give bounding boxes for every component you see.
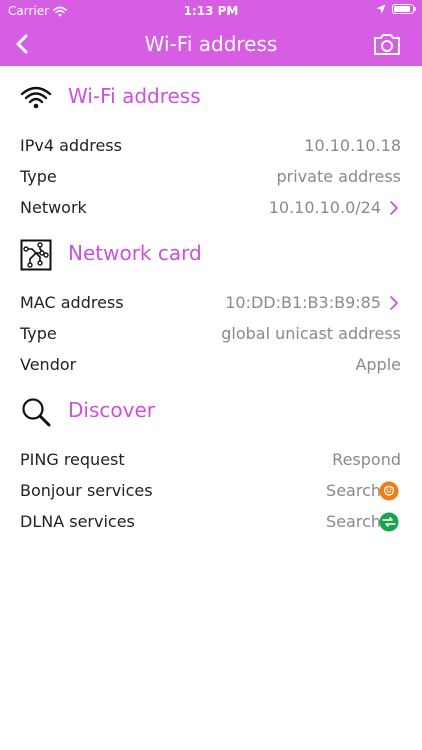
- row-dlna[interactable]: DLNA services Search: [0, 506, 422, 537]
- section-card-header: Network card: [0, 223, 422, 287]
- row-bonjour-value[interactable]: Search: [326, 481, 381, 500]
- main-content: Wi-Fi address IPv4 address 10.10.10.18 T…: [0, 66, 422, 537]
- row-mac[interactable]: MAC address 10:DD:B1:B3:B9:85: [0, 287, 422, 318]
- battery-fill: [394, 6, 410, 12]
- camera-icon[interactable]: [372, 31, 402, 57]
- magnifier-icon: [22, 398, 51, 427]
- row-network[interactable]: Network 10.10.10.0/24: [0, 192, 422, 223]
- page-title: Wi-Fi address: [144, 32, 278, 56]
- location-arrow-icon: [376, 4, 386, 14]
- status-time: 1:13 PM: [183, 4, 239, 18]
- row-dlna-label: DLNA services: [20, 512, 135, 531]
- section-discover-title: Discover: [68, 398, 155, 422]
- section-wifi-header: Wi-Fi address: [0, 66, 422, 130]
- row-bonjour-label: Bonjour services: [20, 481, 153, 500]
- section-card-title: Network card: [68, 241, 202, 265]
- row-network-value: 10.10.10.0/24: [268, 198, 381, 217]
- chevron-left-icon[interactable]: [10, 30, 38, 58]
- row-ping-value[interactable]: Respond: [332, 450, 401, 469]
- row-card-type: Type global unicast address: [0, 318, 422, 349]
- row-ipv4: IPv4 address 10.10.10.18: [0, 130, 422, 161]
- chevron-right-icon[interactable]: [388, 294, 400, 312]
- row-dlna-value[interactable]: Search: [326, 512, 381, 531]
- row-ping[interactable]: PING request Respond: [0, 444, 422, 475]
- row-wifi-type-value: private address: [276, 167, 401, 186]
- top-bar: Carrier 1:13 PM Wi-Fi address: [0, 0, 422, 66]
- nav-bar: Wi-Fi address: [0, 22, 422, 66]
- dlna-icon: [379, 512, 399, 532]
- row-vendor-value: Apple: [355, 355, 401, 374]
- chevron-right-icon[interactable]: [388, 199, 400, 217]
- row-card-type-label: Type: [20, 324, 57, 343]
- row-ipv4-value: 10.10.10.18: [304, 136, 401, 155]
- row-ipv4-label: IPv4 address: [20, 136, 122, 155]
- row-wifi-type-label: Type: [20, 167, 57, 186]
- row-vendor: Vendor Apple: [0, 349, 422, 380]
- status-bar: Carrier 1:13 PM: [0, 0, 422, 22]
- status-right: [376, 4, 416, 14]
- row-vendor-label: Vendor: [20, 355, 77, 374]
- row-bonjour[interactable]: Bonjour services Search: [0, 475, 422, 506]
- row-mac-value: 10:DD:B1:B3:B9:85: [225, 293, 381, 312]
- row-ping-label: PING request: [20, 450, 125, 469]
- row-mac-label: MAC address: [20, 293, 124, 312]
- bonjour-icon: [379, 481, 399, 501]
- network-card-icon: [20, 239, 52, 271]
- row-wifi-type: Type private address: [0, 161, 422, 192]
- section-wifi-title: Wi-Fi address: [68, 84, 201, 108]
- wifi-icon: [20, 86, 52, 109]
- row-card-type-value: global unicast address: [221, 324, 401, 343]
- battery-icon: [392, 4, 416, 14]
- section-discover-header: Discover: [0, 380, 422, 444]
- row-network-label: Network: [20, 198, 87, 217]
